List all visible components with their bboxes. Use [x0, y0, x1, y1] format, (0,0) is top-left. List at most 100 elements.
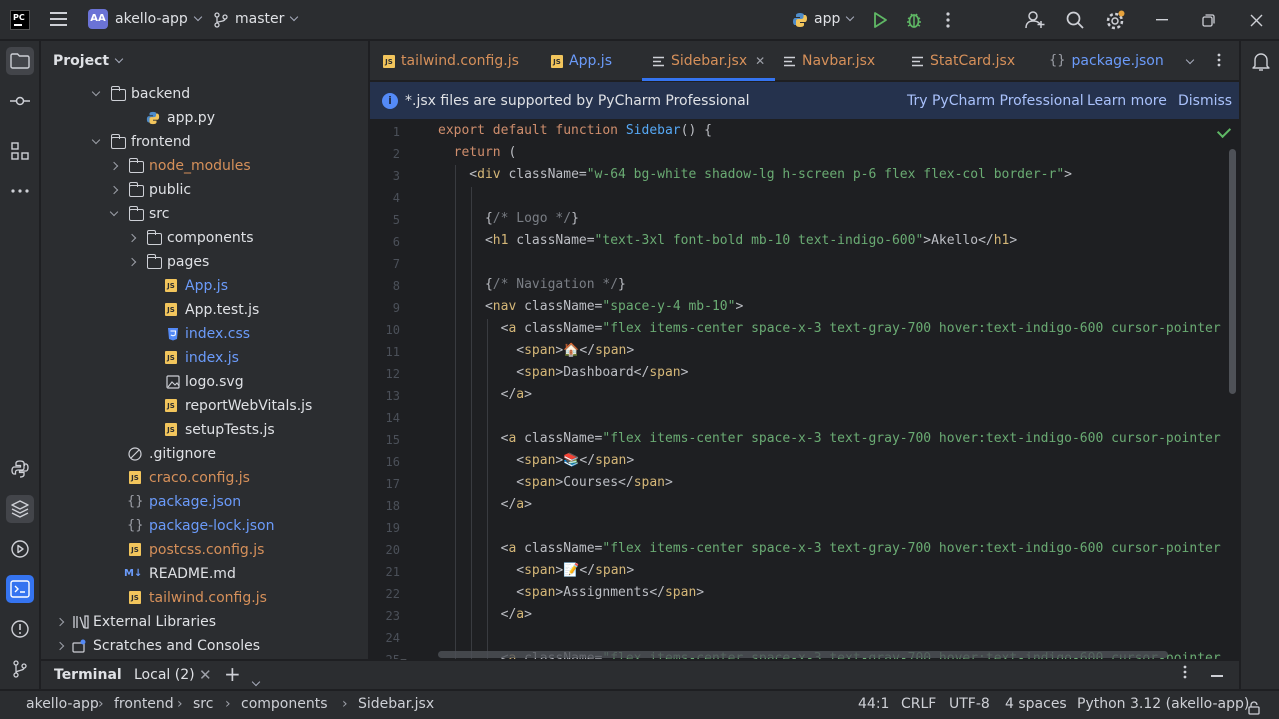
more-icon[interactable]: [1183, 661, 1187, 690]
python-interpreter[interactable]: Python 3.12 (akello-app): [1077, 691, 1249, 717]
editor-horizontal-scrollbar[interactable]: [438, 651, 1168, 658]
try-professional-link[interactable]: Try PyCharm Professional: [907, 82, 1084, 120]
chevron-right-icon[interactable]: [55, 617, 65, 627]
code-line[interactable]: <a className="flex items-center space-x-…: [438, 431, 1221, 446]
tree-item[interactable]: External Libraries: [41, 610, 357, 634]
terminal-icon[interactable]: [6, 575, 34, 603]
tree-item[interactable]: logo.svg: [41, 370, 357, 394]
code-line[interactable]: <span>Courses</span>: [438, 475, 673, 490]
git-icon[interactable]: [6, 655, 34, 683]
tab-tailwind-config-js[interactable]: JS tailwind.config.js: [383, 41, 519, 81]
line-separator[interactable]: CRLF: [901, 691, 936, 717]
tree-item[interactable]: src: [41, 202, 357, 226]
minimize-icon[interactable]: [1152, 10, 1172, 30]
python-console-icon[interactable]: [6, 455, 34, 483]
code-line[interactable]: <a className="flex items-center space-x-…: [438, 321, 1221, 336]
code-line[interactable]: {/* Logo */}: [438, 211, 579, 226]
breadcrumb-item[interactable]: akello-app: [26, 691, 99, 717]
code-line[interactable]: <a className="flex items-center space-x-…: [438, 541, 1221, 556]
project-panel-title[interactable]: Project: [53, 53, 124, 69]
code-line[interactable]: <div className="w-64 bg-white shadow-lg …: [438, 167, 1072, 182]
chevron-down-icon[interactable]: [109, 207, 119, 217]
chevron-right-icon[interactable]: [55, 641, 65, 651]
tree-item[interactable]: index.css: [41, 322, 357, 346]
tree-item[interactable]: JS App.test.js: [41, 298, 357, 322]
breadcrumb-item[interactable]: frontend: [114, 691, 174, 717]
tree-item[interactable]: frontend: [41, 130, 357, 154]
tree-item[interactable]: JS index.js: [41, 346, 357, 370]
plus-icon[interactable]: +: [224, 660, 241, 689]
tree-item[interactable]: node_modules: [41, 154, 357, 178]
notifications-icon[interactable]: [1252, 52, 1270, 76]
search-icon[interactable]: [1065, 10, 1085, 30]
code-line[interactable]: <span>Dashboard</span>: [438, 365, 688, 380]
project-selector[interactable]: akello-app: [115, 11, 203, 27]
close-icon[interactable]: [1246, 10, 1266, 30]
code-line[interactable]: <h1 className="text-3xl font-bold mb-10 …: [438, 233, 1017, 248]
tab-app-js[interactable]: JS App.js: [551, 41, 612, 81]
tree-item[interactable]: JS setupTests.js: [41, 418, 357, 442]
tab-statcard-jsx[interactable]: StatCard.jsx: [911, 41, 1015, 81]
chevron-down-icon[interactable]: [1185, 55, 1195, 70]
tree-item[interactable]: {} package.json: [41, 490, 357, 514]
debug-icon[interactable]: [904, 10, 924, 30]
file-encoding[interactable]: UTF-8: [949, 691, 990, 717]
layers-icon[interactable]: [6, 495, 34, 523]
caret-position[interactable]: 44:1: [858, 691, 889, 717]
terminal-title[interactable]: Terminal: [54, 661, 122, 690]
branch-selector[interactable]: master: [235, 11, 299, 27]
breadcrumb-item[interactable]: components: [241, 691, 328, 717]
code-line[interactable]: </a>: [438, 497, 532, 512]
chevron-right-icon[interactable]: [109, 161, 119, 171]
tree-item[interactable]: {} package-lock.json: [41, 514, 357, 538]
more-icon[interactable]: [6, 177, 34, 205]
more-icon[interactable]: [1217, 53, 1221, 71]
tree-item[interactable]: backend: [41, 82, 357, 106]
code-line[interactable]: <span>📝</span>: [438, 563, 634, 578]
code-line[interactable]: </a>: [438, 607, 532, 622]
code-line[interactable]: <nav className="space-y-4 mb-10">: [438, 299, 743, 314]
indent-setting[interactable]: 4 spaces: [1005, 691, 1067, 717]
tree-item[interactable]: M↓ README.md: [41, 562, 357, 586]
code-line[interactable]: <span>📚</span>: [438, 453, 634, 468]
code-line[interactable]: </a>: [438, 387, 532, 402]
settings-icon[interactable]: [1105, 10, 1125, 30]
editor-vertical-scrollbar[interactable]: [1229, 149, 1236, 394]
chevron-down-icon[interactable]: [91, 135, 101, 145]
problems-icon[interactable]: [6, 615, 34, 643]
code-line[interactable]: {/* Navigation */}: [438, 277, 626, 292]
dismiss-link[interactable]: Dismiss: [1178, 82, 1232, 120]
code-line[interactable]: <span>Assignments</span>: [438, 585, 704, 600]
project-avatar[interactable]: AA: [88, 9, 108, 29]
maximize-icon[interactable]: [1198, 10, 1218, 30]
pycharm-logo[interactable]: PC: [10, 10, 30, 30]
folder-icon[interactable]: [6, 47, 34, 75]
chevron-right-icon[interactable]: [109, 185, 119, 195]
chevron-right-icon[interactable]: [127, 233, 137, 243]
code-editor[interactable]: 1 export default function Sidebar() {2 re…: [370, 121, 1239, 659]
chevron-right-icon[interactable]: [127, 257, 137, 267]
tree-item[interactable]: public: [41, 178, 357, 202]
breadcrumb-item[interactable]: Sidebar.jsx: [358, 691, 434, 717]
code-line[interactable]: <span>🏠</span>: [438, 343, 634, 358]
services-icon[interactable]: [6, 535, 34, 563]
close-tab-icon[interactable]: ✕: [755, 54, 765, 68]
breadcrumb-item[interactable]: src: [193, 691, 213, 717]
hamburger-icon[interactable]: [50, 12, 67, 26]
terminal-tab[interactable]: Local (2): [134, 661, 195, 690]
tree-item[interactable]: JS tailwind.config.js: [41, 586, 357, 610]
close-tab-icon[interactable]: ✕: [199, 661, 212, 690]
commit-icon[interactable]: [6, 87, 34, 115]
tree-item[interactable]: .gitignore: [41, 442, 357, 466]
tree-item[interactable]: JS reportWebVitals.js: [41, 394, 357, 418]
run-config-selector[interactable]: app: [814, 11, 855, 27]
add-user-icon[interactable]: [1025, 10, 1045, 30]
tab-navbar-jsx[interactable]: Navbar.jsx: [783, 41, 875, 81]
chevron-down-icon[interactable]: [91, 87, 101, 97]
tree-item[interactable]: JS postcss.config.js: [41, 538, 357, 562]
tree-item[interactable]: pages: [41, 250, 357, 274]
structure-icon[interactable]: [6, 137, 34, 165]
code-line[interactable]: return (: [438, 145, 517, 160]
run-icon[interactable]: [870, 10, 890, 30]
tree-item[interactable]: app.py: [41, 106, 357, 130]
